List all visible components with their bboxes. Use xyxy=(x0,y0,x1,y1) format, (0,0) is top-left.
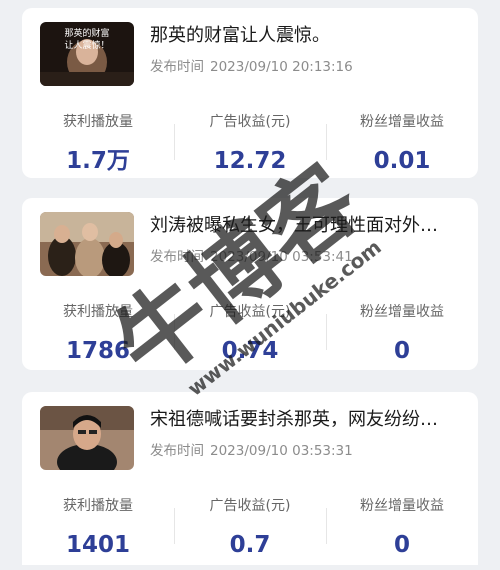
stat-ad-revenue: 广告收益(元) 0.7 xyxy=(174,480,326,570)
stat-value: 0 xyxy=(393,532,410,558)
article-title[interactable]: 刘涛被曝私生女，王可理性面对外… xyxy=(150,214,468,238)
stat-label: 获利播放量 xyxy=(63,498,133,514)
publish-time: 发布时间 2023/09/10 03:53:41 xyxy=(150,248,353,266)
publish-time-value: 2023/09/10 03:53:31 xyxy=(210,443,353,459)
stat-value: 0.7 xyxy=(229,532,271,558)
thumbnail-image xyxy=(40,406,134,470)
stat-label: 获利播放量 xyxy=(63,114,133,130)
stat-value: 0.74 xyxy=(221,338,279,364)
stat-fan-revenue: 粉丝增量收益 0.01 xyxy=(326,96,478,186)
stat-value: 1401 xyxy=(65,532,130,558)
stat-label: 广告收益(元) xyxy=(209,304,291,320)
article-card[interactable]: 宋祖德喊话要封杀那英，网友纷纷… 发布时间 2023/09/10 03:53:31… xyxy=(22,392,478,565)
thumbnail-caption-top: 那英的财富 xyxy=(64,27,109,39)
article-title[interactable]: 宋祖德喊话要封杀那英，网友纷纷… xyxy=(150,408,468,432)
publish-time-value: 2023/09/10 03:53:41 xyxy=(210,249,353,265)
thumbnail-image: 那英的财富 让人震惊！ xyxy=(40,22,134,86)
stat-ad-revenue: 广告收益(元) 12.72 xyxy=(174,96,326,186)
publish-time-label: 发布时间 xyxy=(150,59,204,75)
stats-row: 获利播放量 1401 广告收益(元) 0.7 粉丝增量收益 0 xyxy=(22,480,478,570)
stat-value: 12.72 xyxy=(213,148,287,174)
publish-time-label: 发布时间 xyxy=(150,249,204,265)
publish-time-value: 2023/09/10 20:13:16 xyxy=(210,59,353,75)
stat-value: 0 xyxy=(393,338,410,364)
stat-label: 获利播放量 xyxy=(63,304,133,320)
stat-play-count: 获利播放量 1786 xyxy=(22,286,174,376)
thumbnail-image xyxy=(40,212,134,276)
publish-time-label: 发布时间 xyxy=(150,443,204,459)
stat-value: 0.01 xyxy=(373,148,431,174)
article-card[interactable]: 刘涛被曝私生女，王可理性面对外… 发布时间 2023/09/10 03:53:41… xyxy=(22,198,478,370)
publish-time: 发布时间 2023/09/10 20:13:16 xyxy=(150,58,353,76)
article-thumbnail[interactable] xyxy=(40,212,134,276)
stat-ad-revenue: 广告收益(元) 0.74 xyxy=(174,286,326,376)
stats-row: 获利播放量 1786 广告收益(元) 0.74 粉丝增量收益 0 xyxy=(22,286,478,376)
stat-label: 广告收益(元) xyxy=(209,114,291,130)
thumbnail-caption-mid: 让人震惊！ xyxy=(64,39,109,51)
stat-label: 粉丝增量收益 xyxy=(360,304,444,320)
stat-play-count: 获利播放量 1401 xyxy=(22,480,174,570)
article-thumbnail[interactable]: 那英的财富 让人震惊！ xyxy=(40,22,134,86)
publish-time: 发布时间 2023/09/10 03:53:31 xyxy=(150,442,353,460)
stat-fan-revenue: 粉丝增量收益 0 xyxy=(326,480,478,570)
stat-value: 1786 xyxy=(65,338,130,364)
stat-label: 粉丝增量收益 xyxy=(360,114,444,130)
stat-fan-revenue: 粉丝增量收益 0 xyxy=(326,286,478,376)
stat-value: 1.7万 xyxy=(66,148,130,174)
stat-play-count: 获利播放量 1.7万 xyxy=(22,96,174,186)
article-thumbnail[interactable] xyxy=(40,406,134,470)
stat-label: 粉丝增量收益 xyxy=(360,498,444,514)
stat-label: 广告收益(元) xyxy=(209,498,291,514)
stats-row: 获利播放量 1.7万 广告收益(元) 12.72 粉丝增量收益 0.01 xyxy=(22,96,478,186)
article-card[interactable]: 那英的财富 让人震惊！ 那英的财富让人震惊。 发布时间 2023/09/10 20… xyxy=(22,8,478,178)
article-title[interactable]: 那英的财富让人震惊。 xyxy=(150,24,468,48)
